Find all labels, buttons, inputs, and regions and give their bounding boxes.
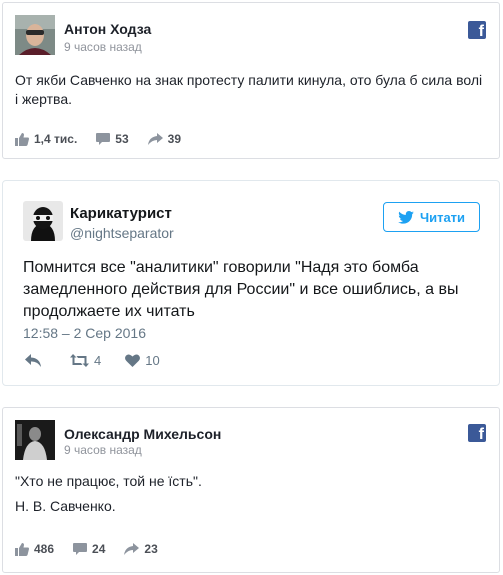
tweet-actions: 4 10 <box>25 353 184 368</box>
retweet-button[interactable]: 4 <box>70 353 101 368</box>
thumbs-up-icon <box>15 132 29 146</box>
comments-count: 53 <box>115 132 129 146</box>
share-button[interactable]: 23 <box>124 542 158 556</box>
reply-button[interactable] <box>25 354 46 367</box>
post-stats: 486 24 23 <box>15 542 177 556</box>
retweet-icon <box>70 354 89 367</box>
post-stats: 1,4 тис. 53 39 <box>15 132 200 146</box>
twitter-post-card: Карикатурист @nightseparator Читати Помн… <box>2 180 500 386</box>
shares-count: 39 <box>167 132 181 146</box>
facebook-post-card: Олександр Михельсон 9 часов назад f "Хто… <box>2 407 500 573</box>
share-arrow-icon <box>147 133 163 145</box>
post-text: От якби Савченко на знак протесту палити… <box>15 72 483 107</box>
likes-count: 1,4 тис. <box>34 132 78 146</box>
follow-button[interactable]: Читати <box>383 202 480 232</box>
post-author-name[interactable]: Антон Ходза <box>64 21 151 37</box>
comment-button[interactable]: 24 <box>73 542 105 556</box>
facebook-post-card: Антон Ходза 9 часов назад f От якби Савч… <box>2 2 500 159</box>
like-button[interactable]: 1,4 тис. <box>15 132 77 146</box>
facebook-icon[interactable]: f <box>468 424 486 443</box>
share-arrow-icon <box>124 543 140 555</box>
avatar[interactable] <box>15 15 55 55</box>
avatar[interactable] <box>23 201 63 241</box>
like-count: 10 <box>145 353 160 368</box>
tweet-author-name[interactable]: Карикатурист <box>70 205 172 222</box>
heart-icon <box>125 354 141 367</box>
facebook-icon[interactable]: f <box>468 21 486 40</box>
retweet-count: 4 <box>94 353 102 368</box>
comment-button[interactable]: 53 <box>96 132 129 146</box>
thumbs-up-icon <box>15 542 29 556</box>
post-timestamp[interactable]: 9 часов назад <box>64 443 142 457</box>
likes-count: 486 <box>34 542 55 556</box>
avatar[interactable] <box>15 420 55 460</box>
follow-label: Читати <box>419 209 466 225</box>
like-button[interactable]: 10 <box>125 353 160 368</box>
tweet-author-handle[interactable]: @nightseparator <box>70 225 174 241</box>
tweet-text: Помнится все "аналитики" говорили "Надя … <box>23 259 459 320</box>
comment-icon <box>96 132 111 145</box>
post-author-name[interactable]: Олександр Михельсон <box>64 426 221 442</box>
post-text-line-1: "Хто не працює, той не їсть". <box>15 473 202 489</box>
share-button[interactable]: 39 <box>147 132 181 146</box>
like-button[interactable]: 486 <box>15 542 54 556</box>
shares-count: 23 <box>144 542 158 556</box>
post-text-line-2: Н. В. Савченко. <box>15 498 116 514</box>
comments-count: 24 <box>92 542 106 556</box>
tweet-timestamp[interactable]: 12:58 – 2 Сер 2016 <box>23 325 146 341</box>
reply-icon <box>25 354 41 367</box>
comment-icon <box>73 542 88 555</box>
twitter-bird-icon <box>398 210 414 224</box>
post-timestamp[interactable]: 9 часов назад <box>64 40 142 54</box>
